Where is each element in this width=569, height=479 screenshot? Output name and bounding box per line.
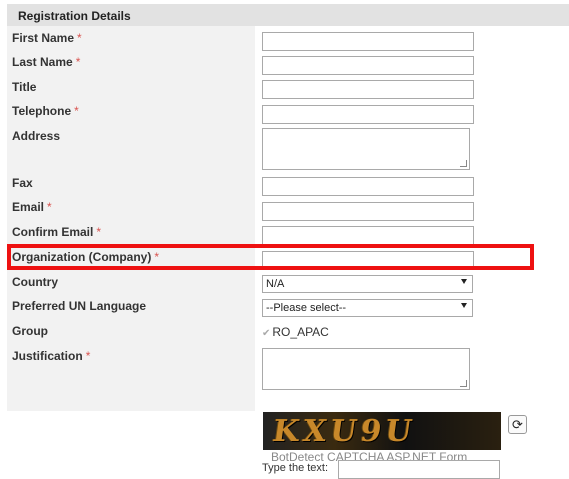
- language-select[interactable]: --Please select--: [262, 299, 473, 317]
- last-name-label: Last Name *: [12, 55, 81, 69]
- address-label: Address: [12, 129, 61, 143]
- telephone-label: Telephone *: [12, 104, 79, 118]
- reload-icon[interactable]: ⟳: [508, 415, 527, 434]
- required-marker: *: [85, 349, 91, 363]
- captcha-input[interactable]: [338, 460, 500, 479]
- language-selected-value: --Please select--: [266, 302, 347, 314]
- captcha-type-label: Type the text:: [262, 462, 329, 474]
- captcha-text: KXU9U: [270, 414, 419, 449]
- checkmark-icon: ✔: [262, 328, 271, 339]
- last-name-input[interactable]: [262, 56, 474, 75]
- confirm-email-label: Confirm Email *: [12, 225, 102, 239]
- title-label: Title: [12, 80, 37, 94]
- confirm-email-input[interactable]: [262, 226, 474, 245]
- first-name-input[interactable]: [262, 32, 474, 51]
- section-header: Registration Details: [7, 4, 569, 26]
- chevron-down-icon: [461, 303, 467, 308]
- required-marker: *: [77, 31, 82, 45]
- required-marker: *: [47, 200, 52, 214]
- country-label: Country: [12, 275, 58, 289]
- language-label: Preferred UN Language: [12, 299, 147, 313]
- telephone-input[interactable]: [262, 105, 474, 124]
- title-input[interactable]: [262, 80, 474, 99]
- justification-label: Justification *: [12, 349, 91, 363]
- email-input[interactable]: [262, 202, 474, 221]
- required-marker: *: [96, 225, 102, 239]
- required-marker: *: [75, 55, 81, 69]
- group-checkbox[interactable]: ✔ RO_APAC: [262, 325, 329, 339]
- registration-form: Registration Details First Name * Last Na…: [0, 0, 569, 479]
- required-marker: *: [74, 104, 79, 118]
- address-textarea[interactable]: [262, 128, 470, 170]
- email-label: Email *: [12, 200, 52, 214]
- group-option-label: RO_APAC: [272, 325, 329, 339]
- section-title: Registration Details: [18, 9, 131, 23]
- group-label: Group: [12, 324, 48, 338]
- first-name-label: First Name *: [12, 31, 82, 45]
- country-selected-value: N/A: [266, 278, 285, 290]
- captcha-image: KXU9U: [263, 412, 501, 450]
- country-select[interactable]: N/A: [262, 275, 473, 293]
- highlight-box: [7, 244, 534, 270]
- chevron-down-icon: [461, 279, 467, 284]
- fax-input[interactable]: [262, 177, 474, 196]
- fax-label: Fax: [12, 176, 33, 190]
- justification-textarea[interactable]: [262, 348, 470, 390]
